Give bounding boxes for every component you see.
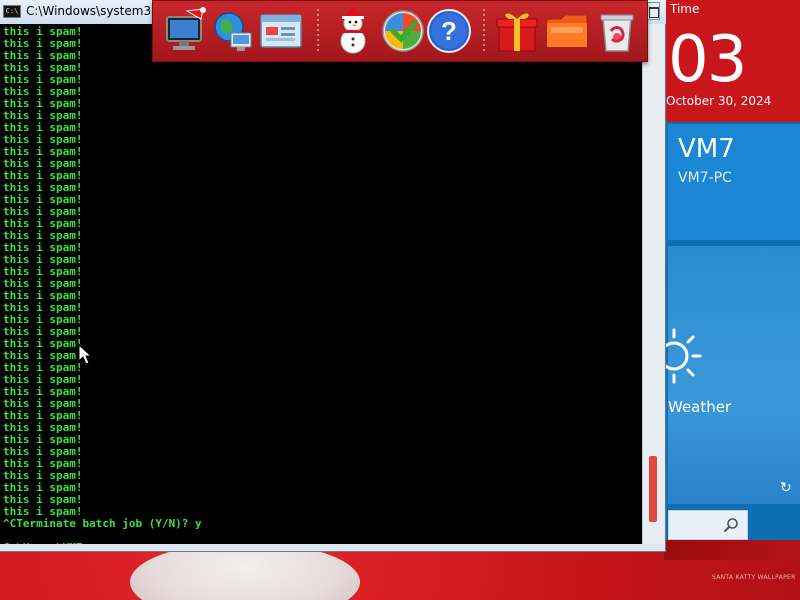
- clock-tile-label: Time: [670, 2, 700, 16]
- cmd-console[interactable]: this i spam! this i spam! this i spam! this…: [0, 24, 642, 544]
- help-icon[interactable]: ?: [425, 7, 473, 55]
- clock-tile[interactable]: Time 03 October 30, 2024: [664, 0, 800, 122]
- start-panel-footer: [664, 540, 800, 560]
- cmd-window[interactable]: C:\ C:\Windows\system32\cmd.exe this i s…: [0, 0, 666, 552]
- search-input[interactable]: [668, 510, 748, 540]
- clock-day: 03: [668, 23, 747, 97]
- recycle-bin-icon[interactable]: [593, 7, 641, 55]
- folder-icon[interactable]: [543, 7, 591, 55]
- network-globe-icon[interactable]: [209, 7, 257, 55]
- dock-separator: [317, 9, 319, 53]
- mouse-pointer-icon: [78, 344, 92, 365]
- scrollbar-thumb[interactable]: [649, 456, 657, 522]
- quick-launch-dock: ?: [152, 0, 648, 62]
- computer-icon[interactable]: [161, 7, 209, 55]
- user-tile[interactable]: VM7 VM7-PC: [668, 124, 800, 240]
- user-tile-name: VM7: [678, 134, 735, 164]
- windows-update-icon[interactable]: [379, 7, 427, 55]
- cmd-app-icon[interactable]: C:\: [3, 5, 21, 18]
- weather-tile-label: Weather: [668, 398, 732, 416]
- console-prompt: C:\Users\VM7>spam: [3, 541, 116, 545]
- start-panel: Time 03 October 30, 2024 VM7 VM7-PC Weat…: [646, 0, 800, 540]
- control-panel-icon[interactable]: [257, 7, 305, 55]
- console-line: ^CTerminate batch job (Y/N)? y: [3, 517, 202, 530]
- gift-icon[interactable]: [493, 7, 541, 55]
- weather-tile[interactable]: Weather ↻: [646, 246, 800, 504]
- dock-separator: [483, 9, 485, 53]
- console-output: this i spam! this i spam! this i spam! this…: [3, 26, 202, 545]
- console-prompt-line[interactable]: C:\Users\VM7>spam: [3, 541, 202, 545]
- snowman-icon[interactable]: [329, 7, 377, 55]
- search-icon[interactable]: [723, 517, 739, 533]
- wallpaper-watermark: SANTA KATTY WALLPAPER: [712, 574, 796, 581]
- console-scrollbar[interactable]: [642, 24, 664, 544]
- svg-text:?: ?: [441, 16, 457, 46]
- user-tile-pc: VM7-PC: [678, 170, 732, 186]
- maximize-button[interactable]: [646, 2, 660, 20]
- refresh-icon[interactable]: ↻: [780, 480, 792, 496]
- clock-date: October 30, 2024: [666, 94, 772, 108]
